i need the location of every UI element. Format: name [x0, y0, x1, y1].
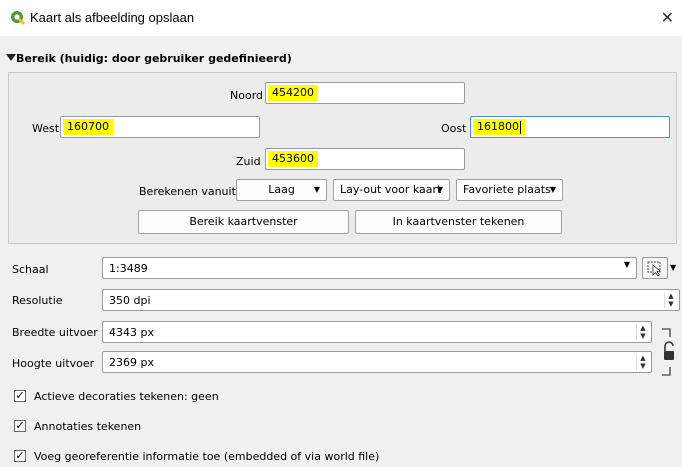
georeference-checkbox[interactable]: ✓ — [14, 450, 26, 462]
text-caret — [520, 120, 521, 134]
width-value: 4343 px — [109, 326, 154, 339]
south-input[interactable]: 453600 — [265, 148, 465, 170]
layout-combo[interactable]: Lay-out voor kaart ▼ — [333, 179, 450, 201]
chevron-down-icon: ▼ — [623, 260, 630, 269]
west-label: West — [32, 122, 60, 135]
layer-combo[interactable]: Laag ▼ — [236, 179, 327, 201]
collapse-triangle-icon[interactable] — [6, 54, 16, 61]
decorations-checkbox[interactable]: ✓ — [14, 390, 26, 402]
annotations-label: Annotaties tekenen — [34, 420, 142, 433]
chevron-down-icon: ▼ — [313, 185, 320, 194]
chevron-down-icon: ▼ — [549, 185, 556, 194]
calc-from-label: Berekenen vanuit — [139, 185, 236, 198]
south-value: 453600 — [268, 151, 318, 167]
bookmarks-combo-text: Favoriete plaats — [463, 183, 551, 196]
lock-aspect-ratio-icon[interactable] — [658, 327, 678, 377]
east-label: Oost — [441, 122, 467, 135]
spin-arrows-icon[interactable]: ▲ ▼ — [664, 292, 677, 308]
resolution-label: Resolutie — [12, 294, 63, 307]
north-label: Noord — [230, 89, 263, 102]
georeference-label: Voeg georeferentie informatie toe (embed… — [34, 450, 380, 463]
height-spinbox[interactable]: 2369 px ▲ ▼ — [102, 351, 652, 373]
chevron-down-icon[interactable]: ▼ — [670, 258, 676, 278]
extent-section-header[interactable]: Bereik (huidig: door gebruiker gedefinie… — [16, 52, 292, 65]
bookmarks-combo[interactable]: Favoriete plaats ▼ — [456, 179, 563, 201]
scale-combo[interactable]: 1:3489 ▼ — [102, 257, 637, 279]
window-title: Kaart als afbeelding opslaan — [30, 10, 195, 25]
draw-on-canvas-button[interactable]: In kaartvenster tekenen — [355, 210, 562, 234]
annotations-checkbox[interactable]: ✓ — [14, 420, 26, 432]
spin-arrows-icon[interactable]: ▲ ▼ — [636, 354, 649, 370]
decorations-label: Actieve decoraties tekenen: geen — [34, 390, 219, 403]
map-extent-button[interactable]: Bereik kaartvenster — [138, 210, 349, 234]
layout-combo-text: Lay-out voor kaart — [340, 183, 442, 196]
close-icon[interactable]: ✕ — [661, 8, 674, 27]
width-label: Breedte uitvoer — [12, 326, 98, 339]
south-label: Zuid — [236, 155, 261, 168]
width-spinbox[interactable]: 4343 px ▲ ▼ — [102, 321, 652, 343]
north-input[interactable]: 454200 — [265, 82, 465, 104]
resolution-value: 350 dpi — [109, 294, 151, 307]
height-label: Hoogte uitvoer — [12, 357, 95, 370]
west-value: 160700 — [63, 119, 113, 135]
east-value: 161800 — [477, 120, 519, 133]
west-input[interactable]: 160700 — [60, 116, 260, 138]
north-value: 454200 — [268, 85, 318, 101]
height-value: 2369 px — [109, 356, 154, 369]
qgis-logo-icon — [11, 11, 26, 26]
scale-value: 1:3489 — [109, 262, 148, 275]
cursor-select-icon — [647, 261, 661, 277]
map-scale-picker-button[interactable] — [642, 257, 668, 279]
chevron-down-icon: ▼ — [436, 185, 443, 194]
scale-label: Schaal — [12, 263, 49, 276]
spin-arrows-icon[interactable]: ▲ ▼ — [636, 324, 649, 340]
layer-combo-text: Laag — [268, 183, 295, 196]
resolution-spinbox[interactable]: 350 dpi ▲ ▼ — [102, 289, 680, 311]
east-input[interactable]: 161800 — [470, 116, 670, 138]
